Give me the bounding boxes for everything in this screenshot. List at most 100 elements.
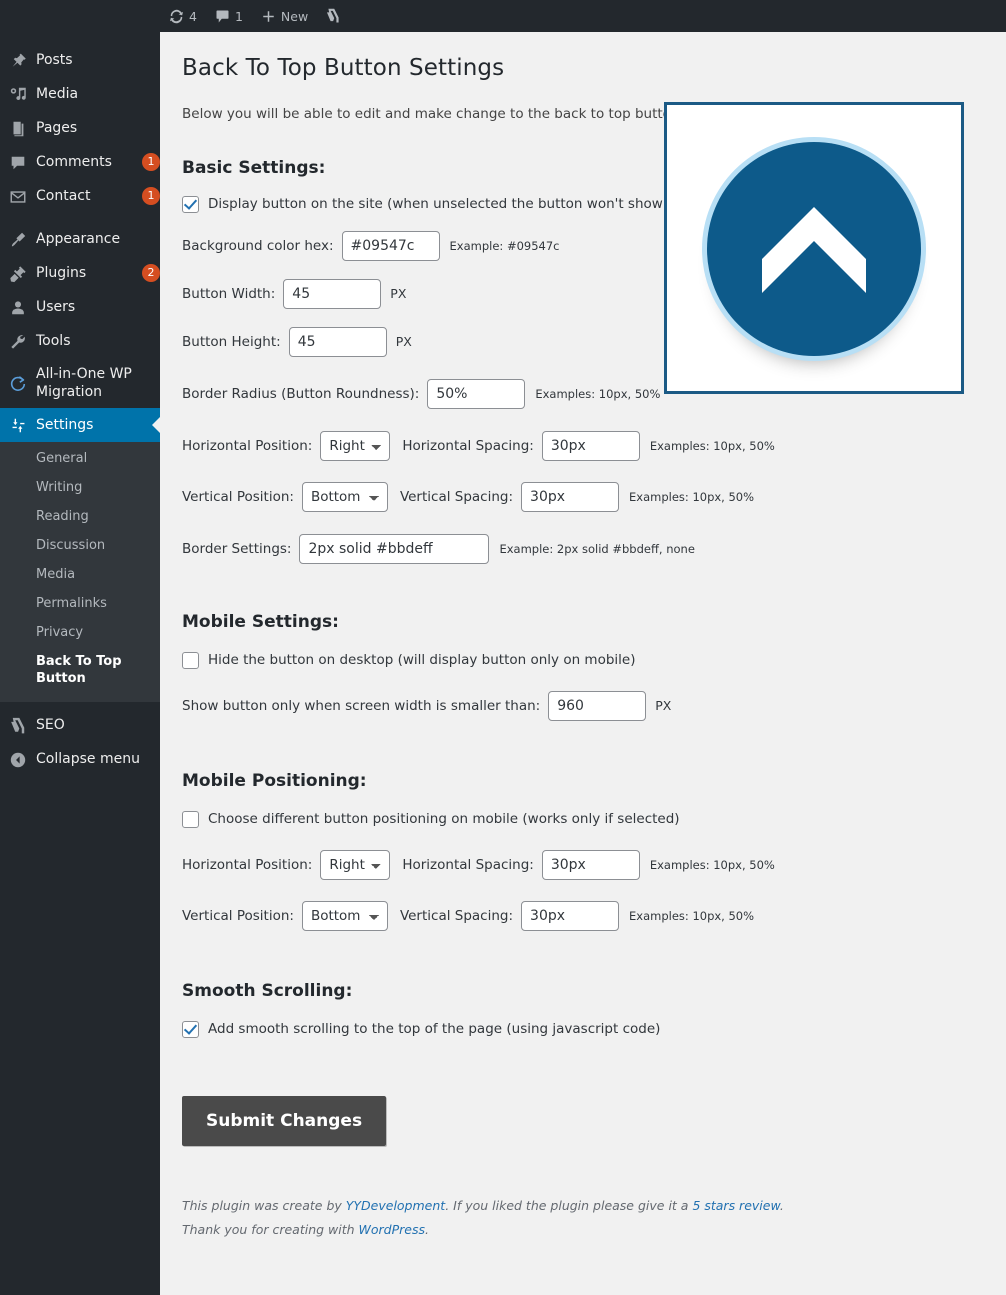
submenu-item-media[interactable]: Media: [0, 560, 160, 589]
background-color-input[interactable]: [341, 230, 440, 261]
sidebar-item-seo[interactable]: SEO: [0, 708, 160, 742]
sidebar-collapse-menu[interactable]: Collapse menu: [0, 742, 160, 776]
sidebar-item-label: SEO: [36, 717, 65, 733]
submenu-item-writing[interactable]: Writing: [0, 473, 160, 502]
sidebar-item-label: Contact: [36, 188, 91, 204]
yoast-seo-icon: [0, 716, 36, 735]
mobile-vertical-spacing-input[interactable]: [521, 900, 620, 931]
border-radius-hint: Examples: 10px, 50%: [535, 386, 661, 401]
screen-width-unit: PX: [655, 698, 672, 714]
vertical-spacing-label: Vertical Spacing:: [399, 488, 514, 505]
border-settings-row: Border Settings: Example: 2px solid #bbd…: [182, 533, 1006, 564]
sidebar-item-label: Posts: [36, 52, 73, 68]
settings-icon: [0, 416, 36, 434]
mobile-positioning-enable-row: Choose different button positioning on m…: [182, 810, 1006, 828]
button-width-unit: PX: [390, 286, 407, 302]
sidebar-menu: Dashboard Posts Media Pages Comments: [0, 0, 160, 776]
border-settings-label: Border Settings:: [182, 540, 292, 557]
admin-bar-updates-count: 4: [189, 8, 197, 24]
wordpress-link[interactable]: WordPress: [359, 1222, 425, 1237]
admin-bar-new[interactable]: New: [252, 0, 317, 32]
users-icon: [0, 298, 36, 317]
mobile-positioning-label: Choose different button positioning on m…: [208, 811, 680, 828]
vertical-spacing-hint: Examples: 10px, 50%: [629, 489, 755, 504]
admin-bar-updates[interactable]: 4: [160, 0, 206, 32]
admin-bar-comments[interactable]: 1: [206, 0, 252, 32]
button-width-input[interactable]: [283, 278, 382, 309]
sidebar-item-label: Media: [36, 86, 79, 102]
footer-text-d: Thank you for creating with: [182, 1221, 359, 1237]
footer-text-e: .: [425, 1221, 429, 1237]
sidebar-item-label: Plugins: [36, 265, 87, 281]
hide-desktop-row: Hide the button on desktop (will display…: [182, 651, 1006, 669]
footer-line-1: This plugin was create by YYDevelopment.…: [182, 1198, 1006, 1213]
border-settings-input[interactable]: [299, 533, 490, 564]
footer-text-a: This plugin was create by: [182, 1197, 346, 1213]
smooth-scrolling-checkbox[interactable]: [182, 1020, 199, 1038]
admin-bar-yoast[interactable]: [317, 0, 350, 32]
mobile-horizontal-spacing-input[interactable]: [541, 849, 640, 880]
submenu-item-privacy[interactable]: Privacy: [0, 618, 160, 647]
submit-changes-button[interactable]: Submit Changes: [182, 1095, 387, 1146]
submenu-item-permalinks[interactable]: Permalinks: [0, 589, 160, 618]
submenu-item-back-to-top-button[interactable]: Back To Top Button: [0, 647, 160, 693]
submenu-item-general[interactable]: General: [0, 444, 160, 473]
mobile-settings-heading: Mobile Settings:: [182, 611, 339, 632]
mobile-vertical-position-row: Vertical Position: Bottom Vertical Spaci…: [182, 900, 1006, 931]
collapse-icon: [0, 750, 36, 769]
sidebar-item-tools[interactable]: Tools: [0, 324, 160, 358]
sidebar-item-label: Tools: [36, 333, 71, 349]
submenu-item-discussion[interactable]: Discussion: [0, 531, 160, 560]
sidebar-item-contact[interactable]: Contact 1: [0, 179, 160, 213]
screen-width-input[interactable]: [548, 690, 647, 721]
comments-icon: [0, 153, 36, 172]
appearance-icon: [0, 230, 36, 249]
tools-wrench-icon: [0, 332, 36, 351]
vertical-position-select[interactable]: Bottom: [301, 481, 388, 512]
mobile-vertical-position-select[interactable]: Bottom: [301, 900, 388, 931]
sidebar-item-plugins[interactable]: Plugins 2: [0, 256, 160, 290]
mobile-positioning-checkbox[interactable]: [182, 810, 199, 828]
sidebar-item-label: Settings: [36, 417, 94, 433]
sidebar-item-posts[interactable]: Posts: [0, 43, 160, 77]
hide-on-desktop-checkbox[interactable]: [182, 651, 199, 669]
border-radius-label: Border Radius (Button Roundness):: [182, 385, 420, 402]
yoast-seo-icon: [326, 8, 341, 24]
yydevelopment-link[interactable]: YYDevelopment: [346, 1198, 445, 1213]
mobile-positioning-heading: Mobile Positioning:: [182, 770, 367, 791]
mobile-horizontal-position-select[interactable]: Right: [320, 849, 391, 880]
sidebar-badge: 2: [142, 264, 160, 282]
mobile-vertical-position-label: Vertical Position:: [182, 907, 294, 924]
screen-width-row: Show button only when screen width is sm…: [182, 690, 1006, 721]
display-button-checkbox[interactable]: [182, 195, 199, 213]
horizontal-spacing-input[interactable]: [541, 430, 640, 461]
mobile-vertical-spacing-label: Vertical Spacing:: [399, 907, 514, 924]
border-radius-input[interactable]: [427, 378, 526, 409]
sidebar-item-comments[interactable]: Comments 1: [0, 145, 160, 179]
sidebar-item-label: Collapse menu: [36, 751, 140, 767]
vertical-spacing-input[interactable]: [521, 481, 620, 512]
plugin-footer: This plugin was create by YYDevelopment.…: [182, 1198, 1006, 1237]
settings-submenu: General Writing Reading Discussion Media…: [0, 442, 160, 702]
sidebar-item-appearance[interactable]: Appearance: [0, 222, 160, 256]
horizontal-position-select[interactable]: Right: [320, 430, 391, 461]
horizontal-position-label: Horizontal Position:: [182, 437, 313, 454]
button-height-input[interactable]: [288, 326, 387, 357]
sidebar-item-all-in-one-wp-migration[interactable]: All-in-One WP Migration: [0, 358, 160, 408]
mobile-horizontal-position-row: Horizontal Position: Right Horizontal Sp…: [182, 849, 1006, 880]
sidebar-item-settings[interactable]: Settings: [0, 408, 160, 442]
smooth-scrolling-row: Add smooth scrolling to the top of the p…: [182, 1020, 1006, 1038]
horizontal-spacing-label: Horizontal Spacing:: [402, 437, 534, 454]
five-stars-review-link[interactable]: 5 stars review: [692, 1198, 779, 1213]
background-color-label: Background color hex:: [182, 237, 334, 254]
submenu-item-reading[interactable]: Reading: [0, 502, 160, 531]
mobile-vertical-spacing-hint: Examples: 10px, 50%: [629, 908, 755, 923]
footer-text-c: .: [779, 1197, 784, 1213]
sidebar-item-users[interactable]: Users: [0, 290, 160, 324]
button-height-label: Button Height:: [182, 333, 281, 350]
back-to-top-button-preview: [664, 102, 964, 394]
sidebar-item-pages[interactable]: Pages: [0, 111, 160, 145]
sidebar-item-media[interactable]: Media: [0, 77, 160, 111]
vertical-position-row: Vertical Position: Bottom Vertical Spaci…: [182, 481, 1006, 512]
mobile-horizontal-position-label: Horizontal Position:: [182, 856, 313, 873]
